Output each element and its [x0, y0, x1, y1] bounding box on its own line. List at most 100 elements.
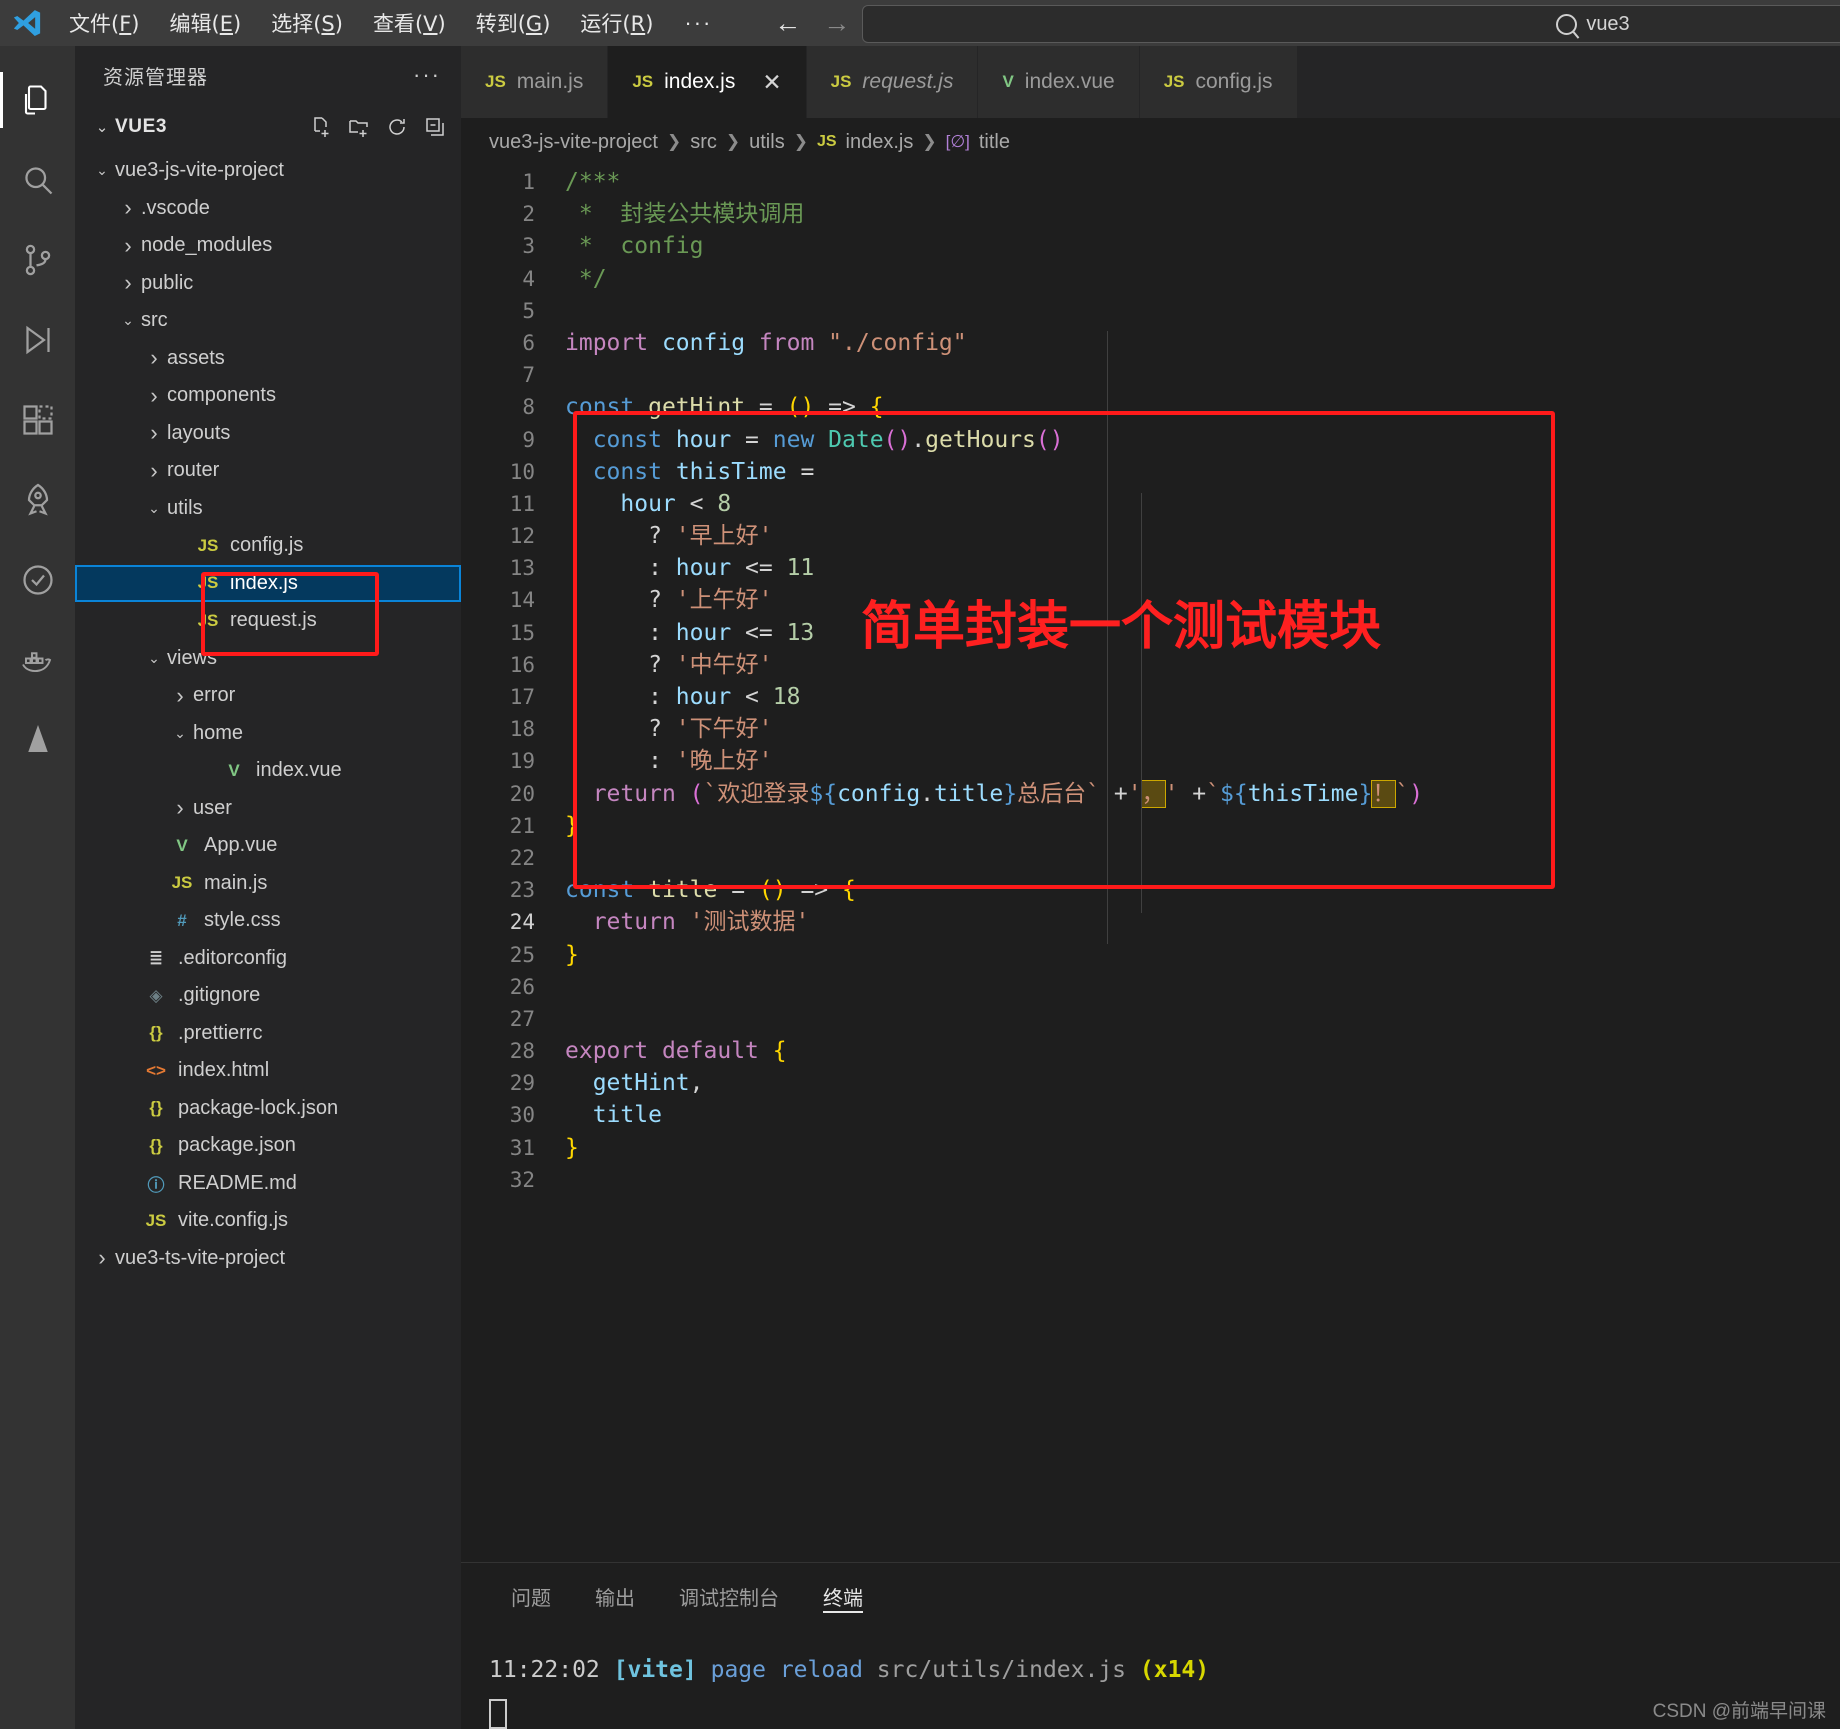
- code-line[interactable]: 30 title: [461, 1099, 1840, 1131]
- breadcrumb-item-symbol[interactable]: title: [979, 131, 1010, 154]
- editor-tab[interactable]: JS main.js: [461, 46, 609, 118]
- editor-tab-bar[interactable]: JS main.js JS index.js ✕ JS request.js Vindex.v…: [461, 46, 1840, 118]
- tree-folder-row[interactable]: › vue3-ts-vite-project: [75, 1240, 461, 1278]
- code-line[interactable]: 18 ? '下午好': [461, 713, 1840, 745]
- chevron-right-icon[interactable]: ›: [115, 195, 141, 221]
- tree-folder-row[interactable]: › user: [75, 790, 461, 828]
- tree-file-row[interactable]: ›≣.editorconfig: [75, 940, 461, 978]
- code-line[interactable]: 19 : '晚上好': [461, 745, 1840, 777]
- tree-file-row[interactable]: ›JSconfig.js: [75, 527, 461, 565]
- chevron-down-icon[interactable]: ⌄: [89, 118, 115, 136]
- code-line[interactable]: 10 const thisTime =: [461, 456, 1840, 488]
- activity-test-icon[interactable]: [0, 540, 75, 620]
- code-line[interactable]: 11 hour < 8: [461, 488, 1840, 520]
- tree-folder-row[interactable]: › router: [75, 452, 461, 490]
- code-line[interactable]: 13 : hour <= 11: [461, 552, 1840, 584]
- new-folder-icon[interactable]: [347, 115, 371, 139]
- tree-file-row[interactable]: ›{}package.json: [75, 1127, 461, 1165]
- panel-tab[interactable]: 问题: [489, 1563, 573, 1629]
- activity-source-control-icon[interactable]: [0, 220, 75, 300]
- chevron-right-icon[interactable]: ›: [167, 795, 193, 821]
- tree-folder-row[interactable]: › assets: [75, 340, 461, 378]
- chevron-right-icon[interactable]: ›: [167, 683, 193, 709]
- tree-file-row[interactable]: ›JSmain.js: [75, 865, 461, 903]
- code-line[interactable]: 27: [461, 1003, 1840, 1035]
- tree-file-row[interactable]: ›JSrequest.js: [75, 602, 461, 640]
- activity-extensions-icon[interactable]: [0, 380, 75, 460]
- activity-search-icon[interactable]: [0, 140, 75, 220]
- chevron-down-icon[interactable]: ⌄: [141, 500, 167, 517]
- menu-more-icon[interactable]: ···: [668, 10, 728, 36]
- editor-tab[interactable]: JS config.js: [1139, 46, 1298, 118]
- activity-docker-icon[interactable]: [0, 620, 75, 700]
- explorer-more-icon[interactable]: ···: [413, 62, 447, 88]
- chevron-down-icon[interactable]: ⌄: [89, 162, 115, 179]
- activity-remote-rocket-icon[interactable]: [0, 460, 75, 540]
- activity-explorer-icon[interactable]: [0, 60, 75, 140]
- chevron-right-icon[interactable]: ›: [115, 233, 141, 259]
- code-line[interactable]: 3 * config: [461, 230, 1840, 262]
- code-line[interactable]: 7: [461, 359, 1840, 391]
- new-file-icon[interactable]: [309, 115, 333, 139]
- code-line[interactable]: 17 : hour < 18: [461, 681, 1840, 713]
- menu-item-run[interactable]: 运行(R): [567, 5, 666, 41]
- code-line[interactable]: 1 /***: [461, 166, 1840, 198]
- close-icon[interactable]: ✕: [762, 69, 781, 96]
- tree-file-row[interactable]: ›{}package-lock.json: [75, 1090, 461, 1128]
- chevron-right-icon[interactable]: ›: [89, 1245, 115, 1271]
- chevron-right-icon[interactable]: ›: [141, 383, 167, 409]
- code-line[interactable]: 25}: [461, 939, 1840, 971]
- tree-file-row[interactable]: ›◈.gitignore: [75, 977, 461, 1015]
- menu-item-edit[interactable]: 编辑(E): [157, 5, 255, 41]
- tree-folder-row[interactable]: › node_modules: [75, 227, 461, 265]
- tree-folder-row[interactable]: ⌄ views: [75, 640, 461, 678]
- breadcrumb-item-src[interactable]: src: [690, 131, 717, 154]
- go-forward-icon[interactable]: →: [823, 9, 850, 37]
- breadcrumb-item-utils[interactable]: utils: [749, 131, 785, 154]
- breadcrumb-item-project[interactable]: vue3-js-vite-project: [489, 131, 658, 154]
- code-line[interactable]: 6 import config from "./config": [461, 327, 1840, 359]
- menu-item-view[interactable]: 查看(V): [360, 5, 459, 41]
- tree-file-row[interactable]: ›{}.prettierrc: [75, 1015, 461, 1053]
- menu-item-go[interactable]: 转到(G): [463, 5, 564, 41]
- menu-item-selection[interactable]: 选择(S): [258, 5, 356, 41]
- tree-file-row[interactable]: ›<>index.html: [75, 1052, 461, 1090]
- code-line[interactable]: 4 */: [461, 263, 1840, 295]
- tree-folder-row[interactable]: ⌄ vue3-js-vite-project: [75, 152, 461, 190]
- code-line[interactable]: 29 getHint,: [461, 1067, 1840, 1099]
- chevron-right-icon[interactable]: ›: [141, 458, 167, 484]
- command-search-bar[interactable]: vue3: [862, 5, 1840, 43]
- code-line[interactable]: 31}: [461, 1132, 1840, 1164]
- code-line[interactable]: 26: [461, 971, 1840, 1003]
- go-back-icon[interactable]: ←: [774, 9, 801, 37]
- tree-file-row[interactable]: ›#style.css: [75, 902, 461, 940]
- tree-folder-row[interactable]: ⌄ utils: [75, 490, 461, 528]
- chevron-down-icon[interactable]: ⌄: [141, 650, 167, 667]
- tree-file-row[interactable]: ›Vindex.vue: [75, 752, 461, 790]
- chevron-down-icon[interactable]: ⌄: [115, 312, 141, 329]
- chevron-right-icon[interactable]: ›: [141, 420, 167, 446]
- tree-file-row[interactable]: ›JSindex.js: [75, 564, 461, 602]
- panel-tab-bar[interactable]: 问题 输出 调试控制台 终端: [461, 1563, 1840, 1629]
- breadcrumb-item-file[interactable]: index.js: [846, 131, 914, 154]
- tree-file-row[interactable]: ›ⓘREADME.md: [75, 1165, 461, 1203]
- code-line[interactable]: 12 ? '早上好': [461, 520, 1840, 552]
- activity-cone-icon[interactable]: [0, 700, 75, 780]
- panel-tab[interactable]: 终端: [801, 1563, 885, 1629]
- tree-folder-row[interactable]: › public: [75, 265, 461, 303]
- editor-tab[interactable]: JS index.js ✕: [608, 46, 807, 118]
- activity-run-debug-icon[interactable]: [0, 300, 75, 380]
- breadcrumb[interactable]: vue3-js-vite-project ❯ src ❯ utils ❯ JS …: [461, 118, 1840, 166]
- tree-folder-row[interactable]: › components: [75, 377, 461, 415]
- editor-tab[interactable]: Vindex.vue: [978, 46, 1140, 118]
- code-lines[interactable]: 1/*** 2 * 封装公共模块调用 3 * config 4 */5 6 import …: [461, 166, 1840, 1562]
- tree-folder-row[interactable]: ⌄ src: [75, 302, 461, 340]
- tree-folder-row[interactable]: › layouts: [75, 415, 461, 453]
- workspace-root-row[interactable]: ⌄ VUE3: [75, 104, 461, 150]
- panel-tab[interactable]: 调试控制台: [657, 1563, 801, 1629]
- code-line[interactable]: 22: [461, 842, 1840, 874]
- editor-tab[interactable]: JS request.js: [806, 46, 979, 118]
- code-line[interactable]: 32: [461, 1164, 1840, 1196]
- code-line[interactable]: 24 return '测试数据': [461, 906, 1840, 938]
- code-line[interactable]: 20 return (`欢迎登录${config.title}总后台` +'，'…: [461, 778, 1840, 810]
